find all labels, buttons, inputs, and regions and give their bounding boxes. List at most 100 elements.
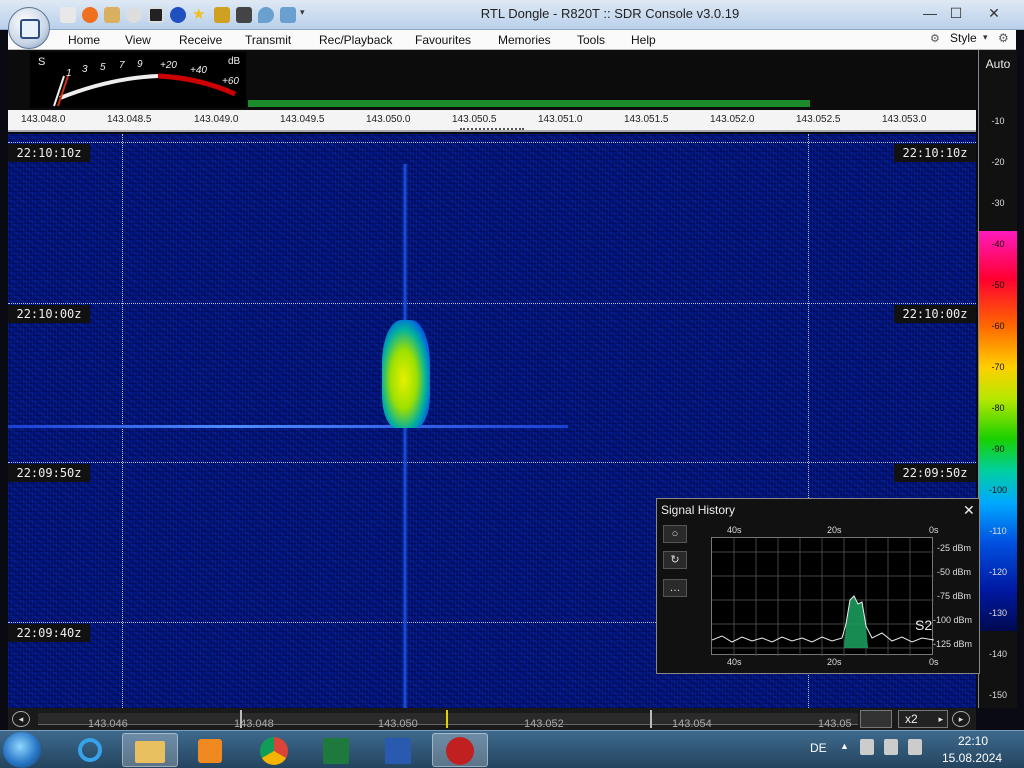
scroll-left-button[interactable]: ◂ (12, 711, 30, 727)
s-meter: S 1 3 5 7 9 +20 +40 +60 dB (30, 52, 246, 108)
menu-rec-playback[interactable]: Rec/Playback (319, 33, 392, 47)
play-icon[interactable] (126, 7, 142, 23)
grid-hline (8, 303, 976, 304)
scale-label: -50 (991, 280, 1005, 290)
scale-label: -80 (991, 403, 1005, 413)
device-tray-icon[interactable] (860, 739, 874, 755)
record-button[interactable]: ○ (663, 525, 687, 543)
freq-tick: 143.049.5 (280, 114, 325, 125)
home-icon[interactable] (60, 7, 76, 23)
window-title: RTL Dongle - R820T :: SDR Console v3.0.1… (480, 6, 740, 21)
start-button[interactable] (3, 732, 41, 768)
internet-explorer-icon[interactable] (62, 733, 118, 767)
db-label: dB (228, 56, 241, 67)
dbm-axis-label: -75 dBm (937, 591, 972, 601)
scale-label: -60 (991, 321, 1005, 331)
more-button[interactable]: … (663, 579, 687, 597)
menu-bar: Home View Receive Transmit Rec/Playback … (8, 30, 1016, 50)
drop-icon[interactable] (258, 7, 274, 23)
time-axis-label: 0s (929, 657, 939, 667)
menu-favourites[interactable]: Favourites (415, 33, 471, 47)
chrome-icon[interactable] (246, 733, 302, 767)
explorer-icon[interactable] (122, 733, 178, 767)
s-reading: S2 (915, 617, 933, 633)
folder-icon[interactable] (104, 7, 120, 23)
horizontal-burst (8, 425, 568, 428)
splitter-handle[interactable] (460, 128, 524, 131)
time-axis-label: 20s (827, 525, 842, 535)
zoom-button[interactable]: x2 ▸ (898, 710, 948, 728)
word-icon[interactable] (370, 733, 426, 767)
timestamp-label: 22:09:50z (894, 464, 976, 482)
tuned-marker (446, 710, 448, 728)
menu-memories[interactable]: Memories (498, 33, 551, 47)
signal-level-bar (248, 100, 810, 107)
dbm-axis-label: -25 dBm (937, 543, 972, 553)
frequency-ruler[interactable]: 143.048.0 143.048.5 143.049.0 143.049.5 … (8, 110, 976, 132)
dbm-axis-label: -100 dBm (933, 615, 973, 625)
lifebuoy-icon[interactable] (82, 7, 98, 23)
settings-gear-icon[interactable]: ⚙ (998, 31, 1009, 45)
menu-home[interactable]: Home (68, 33, 100, 47)
scroll-right-button[interactable]: ▸ (952, 711, 970, 727)
scroll-tick: 143.05 (818, 718, 852, 730)
auto-button[interactable]: Auto (979, 50, 1017, 78)
signal-history-window[interactable]: Signal History ✕ ○ ↻ … 40s 20s 0s -25 dB… (656, 498, 980, 674)
scroll-tick: 143.050 (378, 718, 418, 730)
dbm-axis-label: -50 dBm (937, 567, 972, 577)
scale-label: -40 (991, 239, 1005, 249)
scroll-tick: 143.046 (88, 718, 128, 730)
scroll-tick: 143.048 (234, 718, 274, 730)
show-hidden-icons[interactable]: ▲ (840, 741, 849, 751)
clock-time[interactable]: 22:10 (958, 734, 988, 748)
scale-label: -150 (988, 690, 1007, 700)
menu-help[interactable]: Help (631, 33, 656, 47)
lock-icon[interactable] (214, 7, 230, 23)
menu-tools[interactable]: Tools (577, 33, 605, 47)
scale-label: -10 (991, 116, 1005, 126)
language-indicator[interactable]: DE (810, 741, 827, 755)
scale-label: -110 (989, 526, 1007, 536)
time-axis-label: 40s (727, 525, 742, 535)
camera-icon[interactable] (236, 7, 252, 23)
db-scale[interactable]: Auto -10 -20 -30 -40 -50 -60 -70 -80 -90… (978, 50, 1017, 708)
quick-access-dropdown-icon[interactable]: ▾ (300, 7, 310, 23)
style-menu[interactable]: Style (950, 31, 977, 45)
hand-icon[interactable] (280, 7, 296, 23)
volume-tray-icon[interactable] (908, 739, 922, 755)
scale-label: -140 (988, 649, 1007, 659)
minimize-button[interactable]: — (918, 3, 942, 23)
app-orb-button[interactable] (8, 7, 50, 49)
reset-button[interactable]: ↻ (663, 551, 687, 569)
media-player-icon[interactable] (182, 733, 238, 767)
keyboard-icon[interactable] (860, 710, 892, 728)
menu-transmit[interactable]: Transmit (245, 33, 291, 47)
close-button[interactable]: ✕ (980, 3, 1008, 23)
s-tick-7: 7 (119, 60, 125, 71)
network-tray-icon[interactable] (884, 739, 898, 755)
signal-history-close-button[interactable]: ✕ (963, 502, 975, 519)
stop-icon[interactable] (148, 7, 164, 23)
menu-receive[interactable]: Receive (179, 33, 222, 47)
menu-view[interactable]: View (125, 33, 151, 47)
history-graph (712, 538, 934, 656)
frequency-scroll-bar[interactable]: ◂ 143.046 143.048 143.050 143.052 143.05… (8, 708, 976, 730)
signal-blob (382, 320, 430, 428)
style-gear-icon[interactable]: ⚙ (930, 32, 940, 45)
freq-tick: 143.049.0 (194, 114, 239, 125)
excel-icon[interactable] (308, 733, 364, 767)
plus-icon[interactable] (170, 7, 186, 23)
freq-tick: 143.052.5 (796, 114, 841, 125)
carrier-trace (402, 164, 408, 708)
clock-date[interactable]: 15.08.2024 (942, 751, 1002, 765)
maximize-button[interactable]: ☐ (944, 3, 968, 23)
style-dropdown-icon[interactable]: ▾ (983, 32, 988, 43)
star-icon[interactable]: ★ (192, 7, 208, 23)
title-bar: ★ ▾ RTL Dongle - R820T :: SDR Console v3… (0, 0, 1024, 30)
timestamp-label: 22:10:10z (894, 144, 976, 162)
sdr-console-icon[interactable] (432, 733, 488, 767)
s-tick-5: 5 (100, 62, 106, 73)
scale-label: -20 (991, 157, 1005, 167)
zoom-label: x2 (905, 712, 918, 726)
time-axis-label: 20s (827, 657, 842, 667)
